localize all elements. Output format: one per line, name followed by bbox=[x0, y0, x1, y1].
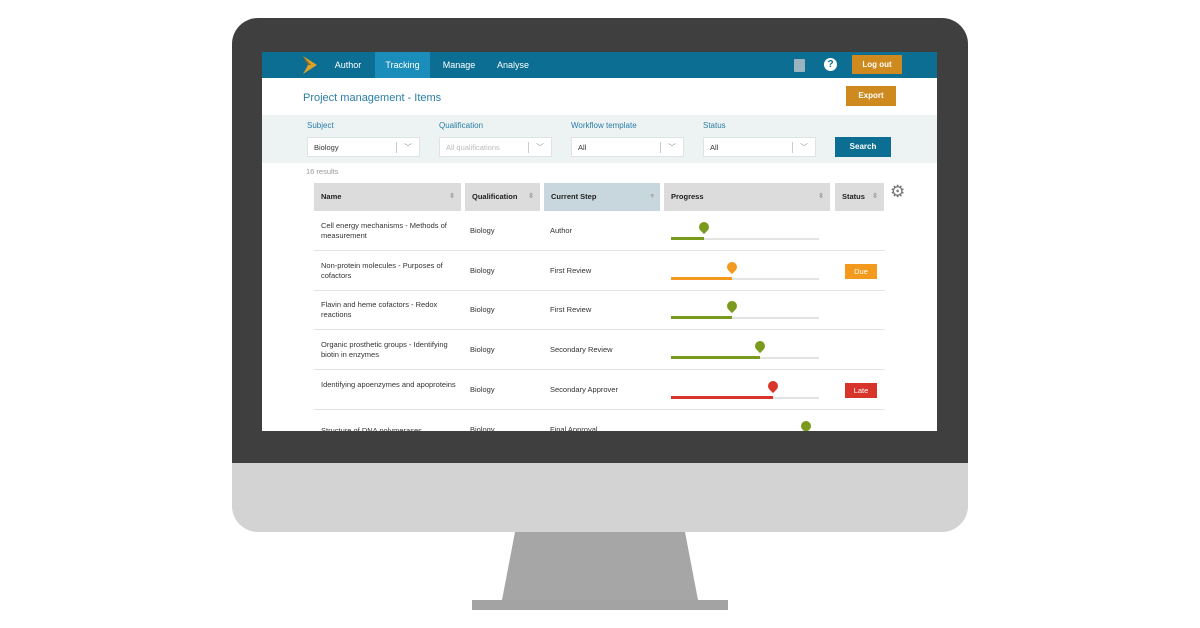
logout-button[interactable]: Log out bbox=[852, 55, 902, 74]
header-status[interactable]: Status ⬍ bbox=[835, 183, 884, 211]
item-current-step: Secondary Approver bbox=[550, 384, 618, 394]
search-button[interactable]: Search bbox=[835, 137, 891, 157]
item-qualification: Biology bbox=[470, 345, 495, 355]
item-current-step: Secondary Review bbox=[550, 345, 613, 355]
sort-desc-icon: ▾ bbox=[650, 193, 654, 200]
qualification-placeholder: All qualifications bbox=[446, 143, 500, 152]
item-name[interactable]: Cell energy mechanisms - Methods of meas… bbox=[321, 221, 461, 241]
item-qualification: Biology bbox=[470, 384, 495, 394]
progress-fill bbox=[671, 316, 732, 320]
progress-marker-icon bbox=[724, 259, 739, 274]
header-progress[interactable]: Progress ⬍ bbox=[664, 183, 830, 211]
header-label: Current Step bbox=[551, 192, 597, 201]
export-button[interactable]: Export bbox=[846, 86, 896, 106]
item-qualification: Biology bbox=[470, 226, 495, 235]
chevron-down-icon: ﹀ bbox=[404, 143, 412, 152]
item-current-step: Author bbox=[550, 226, 573, 235]
subject-value: Biology bbox=[314, 143, 339, 152]
item-qualification: Biology bbox=[470, 265, 495, 275]
workflow-value: All bbox=[578, 143, 587, 152]
chevron-down-icon: ﹀ bbox=[536, 143, 544, 152]
tab-tracking[interactable]: Tracking bbox=[375, 52, 430, 78]
header-label: Progress bbox=[671, 192, 704, 201]
item-name[interactable]: Organic prosthetic groups - Identifying … bbox=[321, 340, 461, 360]
sort-icon: ⬍ bbox=[449, 193, 455, 200]
item-name[interactable]: Identifying apoenzymes and apoproteins bbox=[321, 380, 461, 390]
logo-icon bbox=[303, 56, 317, 74]
status-label: Status bbox=[703, 121, 726, 130]
header-label: Qualification bbox=[472, 192, 518, 201]
item-current-step: First Review bbox=[550, 305, 592, 315]
workflow-select[interactable]: All ﹀ bbox=[571, 137, 684, 157]
item-current-step: First Review bbox=[550, 265, 592, 275]
table-row[interactable]: Structure of DNA polymerases Biology Fin… bbox=[314, 410, 885, 432]
header-current-step[interactable]: Current Step ▾ bbox=[544, 183, 660, 211]
item-name[interactable]: Flavin and heme cofactors - Redox reacti… bbox=[321, 300, 461, 320]
progress-track bbox=[671, 339, 819, 360]
item-current-step: Final Approval bbox=[550, 424, 598, 432]
tab-author[interactable]: Author bbox=[323, 52, 373, 78]
progress-marker-icon bbox=[798, 418, 813, 431]
sort-icon: ⬍ bbox=[872, 193, 878, 200]
monitor-chin bbox=[232, 463, 968, 532]
progress-marker-icon bbox=[752, 339, 767, 354]
progress-fill bbox=[671, 356, 760, 360]
progress-track bbox=[671, 378, 819, 399]
item-name[interactable]: Non-protein molecules - Purposes of cofa… bbox=[321, 261, 461, 281]
gear-icon[interactable]: ⚙ bbox=[890, 182, 905, 202]
progress-track bbox=[671, 259, 819, 280]
progress-marker-icon bbox=[696, 219, 711, 235]
qualification-select[interactable]: All qualifications ﹀ bbox=[439, 137, 552, 157]
top-nav: Author Tracking Manage Analyse ? Log out bbox=[262, 52, 937, 78]
status-select[interactable]: All ﹀ bbox=[703, 137, 816, 157]
subject-select[interactable]: Biology ﹀ bbox=[307, 137, 420, 157]
tab-manage[interactable]: Manage bbox=[432, 52, 486, 78]
book-icon[interactable] bbox=[794, 59, 805, 72]
header-label: Status bbox=[842, 192, 865, 201]
progress-fill bbox=[671, 237, 704, 240]
status-badge: Due bbox=[845, 263, 877, 279]
header-label: Name bbox=[321, 192, 342, 201]
workflow-label: Workflow template bbox=[571, 121, 637, 130]
progress-marker-icon bbox=[766, 378, 781, 393]
progress-track bbox=[671, 299, 819, 320]
progress-fill bbox=[671, 276, 732, 280]
status-value: All bbox=[710, 143, 719, 152]
progress-marker-icon bbox=[724, 299, 739, 314]
qualification-label: Qualification bbox=[439, 121, 484, 130]
item-qualification: Biology bbox=[470, 305, 495, 315]
sort-icon: ⬍ bbox=[818, 193, 824, 200]
table-row[interactable]: Organic prosthetic groups - Identifying … bbox=[314, 330, 885, 371]
subject-label: Subject bbox=[307, 121, 334, 130]
item-qualification: Biology bbox=[470, 424, 495, 432]
chevron-down-icon: ﹀ bbox=[800, 143, 808, 152]
results-count: 16 results bbox=[306, 167, 339, 176]
table-row[interactable]: Non-protein molecules - Purposes of cofa… bbox=[314, 251, 885, 291]
header-name[interactable]: Name ⬍ bbox=[314, 183, 461, 211]
table-row[interactable]: Cell energy mechanisms - Methods of meas… bbox=[314, 211, 885, 251]
table-row[interactable]: Identifying apoenzymes and apoproteins B… bbox=[314, 370, 885, 410]
app-screen: Author Tracking Manage Analyse ? Log out… bbox=[262, 52, 937, 431]
sort-icon: ⬍ bbox=[528, 193, 534, 200]
page-title: Project management - Items bbox=[303, 92, 442, 104]
progress-fill bbox=[671, 395, 774, 399]
item-name[interactable]: Structure of DNA polymerases bbox=[321, 426, 461, 432]
table-row[interactable]: Flavin and heme cofactors - Redox reacti… bbox=[314, 290, 885, 331]
chevron-down-icon: ﹀ bbox=[668, 143, 676, 152]
status-badge: Late bbox=[845, 382, 877, 398]
progress-track bbox=[671, 219, 819, 240]
help-icon[interactable]: ? bbox=[824, 58, 837, 71]
header-qualification[interactable]: Qualification ⬍ bbox=[465, 183, 540, 211]
monitor-stand bbox=[472, 532, 728, 610]
tab-analyse[interactable]: Analyse bbox=[488, 52, 538, 78]
